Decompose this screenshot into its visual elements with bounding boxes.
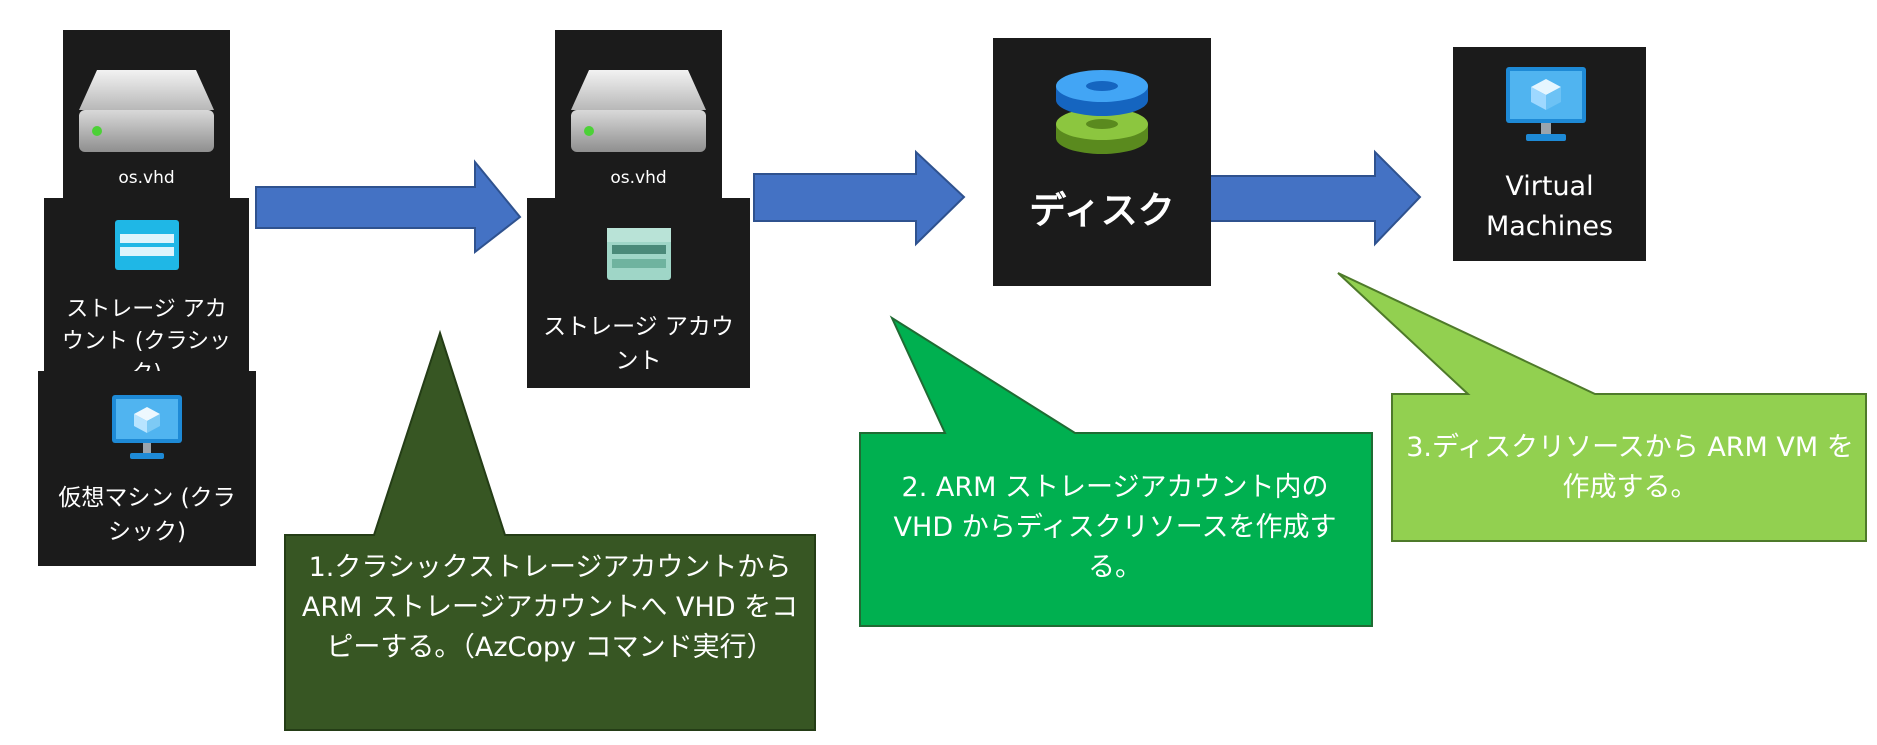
managed-disk-tile: ディスク [993, 38, 1211, 286]
flow-arrow-2 [753, 149, 966, 247]
virtual-machines-tile: Virtual Machines [1453, 47, 1646, 261]
arm-vhd-tile: os.vhd [555, 30, 722, 200]
managed-disk-label: ディスク [1029, 189, 1175, 232]
callout-2-text: 2. ARM ストレージアカウント内の VHD からディスクリソースを作成する。 [893, 472, 1337, 583]
classic-vm-tile: 仮想マシン (クラシック) [38, 371, 256, 566]
hard-disk-icon [571, 70, 706, 152]
callout-3-text: 3.ディスクリソースから ARM VM を作成する。 [1406, 432, 1854, 503]
managed-disk-icon [1056, 70, 1148, 154]
classic-storage-tile: ストレージ アカウント (クラシック) [44, 198, 249, 386]
classic-vhd-tile: os.vhd [63, 30, 230, 200]
flow-arrow-1 [255, 159, 522, 255]
callout-1-text: 1.クラシックストレージアカウントから ARM ストレージアカウントへ VHD … [301, 552, 799, 663]
callout-1-shape [284, 329, 816, 731]
storage-account-icon [115, 220, 179, 270]
storage-account-icon [607, 228, 671, 280]
virtual-machine-icon [1506, 67, 1586, 141]
arm-storage-label: ストレージ アカウント [543, 314, 734, 374]
arm-storage-tile: ストレージ アカウント [527, 198, 750, 388]
classic-vhd-label: os.vhd [118, 168, 175, 188]
virtual-machine-icon [112, 395, 182, 459]
virtual-machines-label: Virtual Machines [1485, 171, 1614, 242]
classic-vm-label: 仮想マシン (クラシック) [58, 485, 236, 545]
flow-arrow-3 [1209, 149, 1422, 247]
hard-disk-icon [79, 70, 214, 152]
arm-vhd-label: os.vhd [610, 168, 667, 188]
